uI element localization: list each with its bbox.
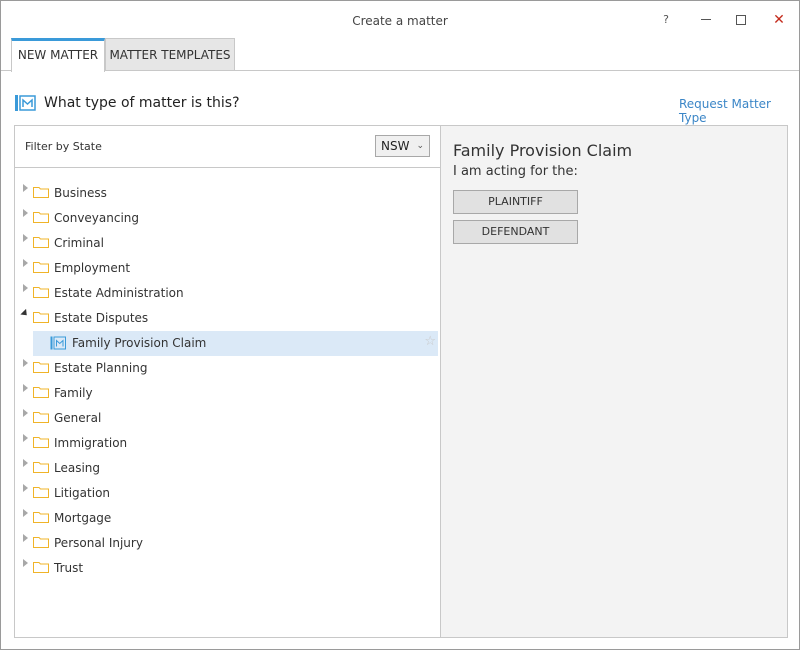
matter-type-icon — [50, 336, 66, 350]
expand-arrow-icon[interactable] — [23, 509, 28, 517]
expand-open-icon[interactable] — [20, 308, 30, 319]
folder-icon — [33, 362, 49, 373]
tree-item-label: Litigation — [54, 486, 111, 500]
tree-item-label: Estate Administration — [54, 286, 184, 300]
folder-icon — [33, 262, 49, 273]
folder-icon — [33, 437, 49, 448]
tree-item-label: Leasing — [54, 461, 101, 475]
tree-item-label: Family — [54, 386, 93, 400]
tree-item-label: Estate Planning — [54, 361, 148, 375]
tree-item[interactable]: Litigation — [15, 481, 440, 506]
folder-icon — [33, 237, 49, 248]
matter-type-tree-panel: Filter by State NSW ⌄ Business Conveyanci… — [14, 125, 441, 638]
matter-type-tree: Business Conveyancing Criminal Employment Es… — [15, 181, 440, 581]
tree-item-label: Trust — [54, 561, 84, 575]
expand-arrow-icon[interactable] — [23, 459, 28, 467]
request-matter-type-link[interactable]: Request Matter Type — [679, 97, 799, 125]
tree-item-label: Family Provision Claim — [72, 336, 207, 350]
detail-subtitle: I am acting for the: — [453, 164, 578, 179]
tree-item-label: Estate Disputes — [54, 311, 149, 325]
tree-item-label: Immigration — [54, 436, 128, 450]
expand-arrow-icon[interactable] — [23, 434, 28, 442]
maximize-icon — [736, 14, 746, 25]
expand-arrow-icon[interactable] — [23, 209, 28, 217]
create-matter-window: Create a matter ? ✕ NEW MATTER MATTER TE… — [0, 0, 800, 650]
folder-icon — [33, 562, 49, 573]
tab-matter-templates[interactable]: MATTER TEMPLATES — [105, 38, 235, 71]
folder-icon — [33, 287, 49, 298]
expand-arrow-icon[interactable] — [23, 484, 28, 492]
tree-item[interactable]: General — [15, 406, 440, 431]
tree-item-label: Personal Injury — [54, 536, 143, 550]
folder-icon — [33, 462, 49, 473]
expand-arrow-icon[interactable] — [23, 284, 28, 292]
tree-item[interactable]: Family — [15, 381, 440, 406]
tree-item[interactable]: Business — [15, 181, 440, 206]
folder-icon — [33, 187, 49, 198]
folder-icon — [33, 412, 49, 423]
tree-item-selected[interactable]: Family Provision Claim ☆ — [33, 331, 438, 356]
expand-arrow-icon[interactable] — [23, 384, 28, 392]
defendant-button[interactable]: DEFENDANT — [453, 220, 578, 244]
state-select[interactable]: NSW ⌄ — [375, 135, 430, 157]
close-button[interactable]: ✕ — [764, 9, 794, 31]
state-select-value: NSW — [381, 139, 410, 153]
tab-new-matter[interactable]: NEW MATTER — [11, 38, 105, 72]
detail-title: Family Provision Claim — [453, 141, 633, 160]
expand-arrow-icon[interactable] — [23, 409, 28, 417]
tree-item[interactable]: Trust — [15, 556, 440, 581]
tree-item-label: General — [54, 411, 102, 425]
minimize-icon — [701, 19, 711, 20]
folder-icon — [33, 487, 49, 498]
matter-detail-panel: Family Provision Claim I am acting for t… — [440, 125, 788, 638]
tree-item-label: Employment — [54, 261, 131, 275]
tree-item[interactable]: Estate Administration — [15, 281, 440, 306]
expand-arrow-icon[interactable] — [23, 234, 28, 242]
expand-arrow-icon[interactable] — [23, 559, 28, 567]
expand-arrow-icon[interactable] — [23, 534, 28, 542]
title-bar: Create a matter ? ✕ — [1, 1, 799, 39]
tree-item[interactable]: Personal Injury — [15, 531, 440, 556]
tree-item[interactable]: Conveyancing — [15, 206, 440, 231]
plaintiff-button[interactable]: PLAINTIFF — [453, 190, 578, 214]
tree-item[interactable]: Criminal — [15, 231, 440, 256]
help-button[interactable]: ? — [651, 9, 681, 31]
tree-item-label: Mortgage — [54, 511, 112, 525]
tab-divider — [1, 70, 799, 71]
folder-icon — [33, 312, 49, 323]
matter-icon — [15, 95, 36, 111]
expand-arrow-icon[interactable] — [23, 259, 28, 267]
maximize-button[interactable] — [726, 9, 756, 31]
tree-item-label: Conveyancing — [54, 211, 140, 225]
page-question: What type of matter is this? — [44, 95, 240, 111]
folder-icon — [33, 537, 49, 548]
chevron-down-icon: ⌄ — [416, 141, 424, 151]
tree-item[interactable]: Leasing — [15, 456, 440, 481]
expand-arrow-icon[interactable] — [23, 184, 28, 192]
filter-bar: Filter by State NSW ⌄ — [15, 126, 440, 168]
folder-icon — [33, 212, 49, 223]
tree-item[interactable]: Estate Planning — [15, 356, 440, 381]
tree-item-label: Business — [54, 186, 107, 200]
expand-arrow-icon[interactable] — [23, 359, 28, 367]
tree-item[interactable]: Mortgage — [15, 506, 440, 531]
folder-icon — [33, 387, 49, 398]
tree-item-label: Criminal — [54, 236, 104, 250]
folder-icon — [33, 512, 49, 523]
favorite-star-icon[interactable]: ☆ — [424, 334, 436, 349]
tree-item[interactable]: Employment — [15, 256, 440, 281]
tree-item[interactable]: Immigration — [15, 431, 440, 456]
tree-item[interactable]: Estate Disputes — [15, 306, 440, 331]
minimize-button[interactable] — [691, 9, 721, 31]
filter-label: Filter by State — [25, 140, 102, 153]
